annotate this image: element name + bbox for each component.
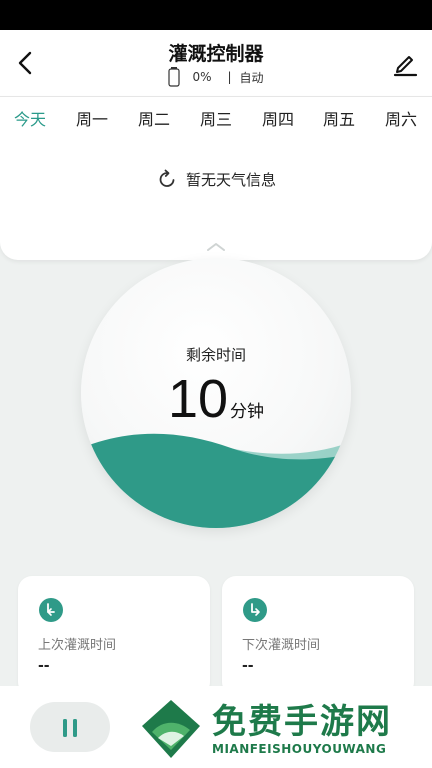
tab-saturday[interactable]: 周六 — [376, 106, 426, 130]
battery-icon — [168, 67, 181, 87]
edit-button[interactable] — [390, 48, 420, 78]
day-tabs: 今天 周一 周二 周三 周四 周五 周六 — [0, 96, 432, 136]
last-irrigation-icon — [39, 598, 63, 622]
tab-friday[interactable]: 周五 — [314, 106, 364, 130]
weather-status: 暂无天气信息 — [0, 168, 432, 190]
next-irrigation-card[interactable]: 下次灌溉时间 -- — [222, 576, 414, 696]
remaining-time-dial: 剩余时间 10 分钟 — [81, 258, 351, 528]
battery-percent: 0% — [192, 70, 212, 84]
next-irrigation-icon — [243, 598, 267, 622]
remaining-number: 10 — [167, 369, 229, 429]
pause-button[interactable] — [30, 702, 110, 752]
last-irrigation-label: 上次灌溉时间 — [38, 638, 117, 653]
pause-icon — [63, 719, 77, 737]
next-irrigation-label: 下次灌溉时间 — [242, 638, 321, 653]
weather-message: 暂无天气信息 — [185, 170, 276, 189]
tab-wednesday[interactable]: 周三 — [191, 106, 241, 130]
watermark-subtext: MIANFEISHOUYOUWANG — [212, 742, 387, 756]
bottom-bar: 免费手游网 MIANFEISHOUYOUWANG — [0, 686, 432, 768]
tab-today[interactable]: 今天 — [5, 106, 55, 130]
remaining-label: 剩余时间 — [185, 346, 246, 364]
device-status: 0% | 自动 — [0, 67, 432, 87]
tab-tuesday[interactable]: 周二 — [129, 106, 179, 130]
weather-card: 今天 周一 周二 周三 周四 周五 周六 暂无天气信息 — [0, 96, 432, 260]
chevron-up-icon[interactable] — [204, 240, 228, 254]
mode-label: 自动 — [239, 70, 264, 85]
tab-monday[interactable]: 周一 — [67, 106, 117, 130]
watermark-text: 免费手游网 — [212, 702, 392, 742]
last-irrigation-value: -- — [38, 658, 50, 674]
separator: | — [227, 70, 232, 84]
last-irrigation-card[interactable]: 上次灌溉时间 -- — [18, 576, 210, 696]
header: 灌溉控制器 0% | 自动 — [0, 30, 432, 96]
next-irrigation-value: -- — [242, 658, 254, 674]
status-bar — [0, 0, 432, 30]
pencil-icon — [393, 56, 418, 77]
remaining-value: 10 分钟 — [81, 368, 351, 430]
refresh-icon[interactable] — [156, 168, 178, 190]
watermark-logo — [142, 700, 200, 758]
remaining-unit: 分钟 — [230, 402, 265, 422]
tab-thursday[interactable]: 周四 — [253, 106, 303, 130]
page-title: 灌溉控制器 — [168, 43, 264, 65]
